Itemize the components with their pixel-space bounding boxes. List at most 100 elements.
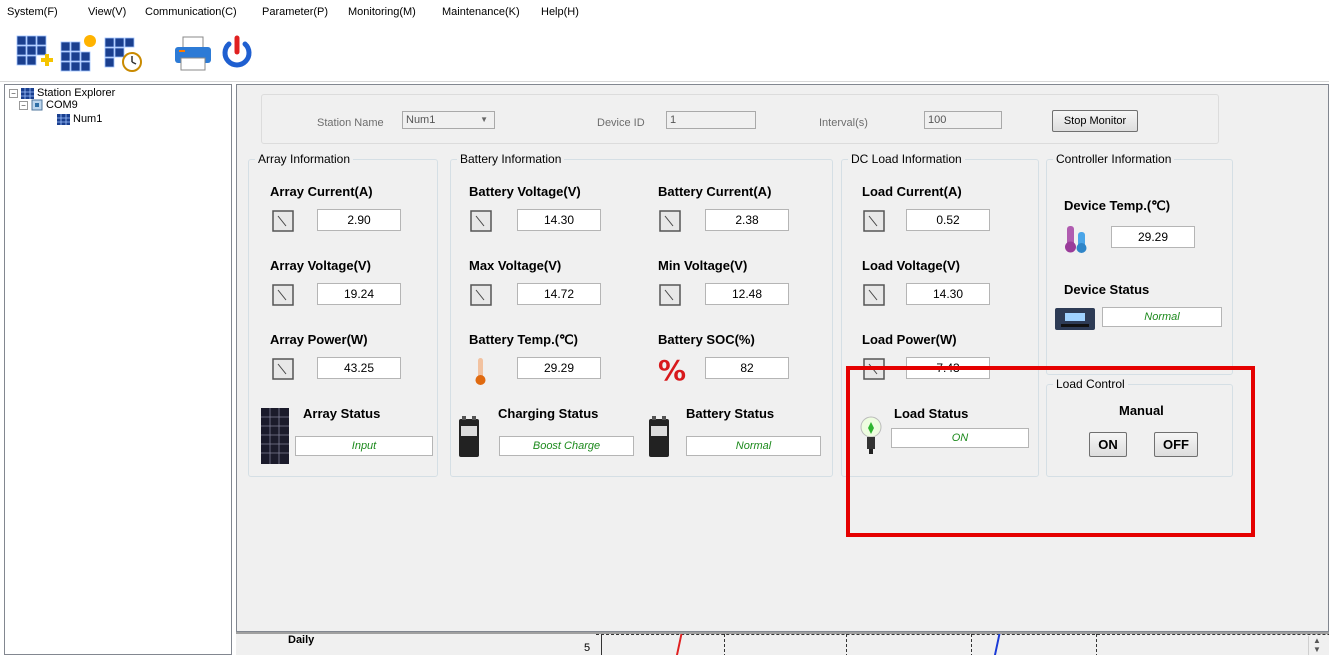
battery-voltage-label: Battery Voltage(V) <box>469 184 581 199</box>
station-icon <box>21 87 34 99</box>
menu-system[interactable]: System(F) <box>7 6 58 18</box>
monitor-panel: Station Name Num1 ▼ Device ID 1 Interval… <box>236 84 1329 632</box>
battery-voltage-value: 14.30 <box>517 209 601 231</box>
chart-gridline <box>1096 634 1097 655</box>
battery-status-value: Normal <box>686 436 821 456</box>
array-power-label: Array Power(W) <box>270 332 368 347</box>
controller-device-icon <box>1055 308 1095 330</box>
max-voltage-value: 14.72 <box>517 283 601 305</box>
highlight-box <box>846 366 1255 537</box>
array-voltage-label: Array Voltage(V) <box>270 258 371 273</box>
battery-soc-value: 82 <box>705 357 789 379</box>
voltmeter-icon <box>470 284 492 306</box>
toolbar <box>0 24 1329 82</box>
thermometer-icon <box>475 358 486 385</box>
station-settings-bar: Station Name Num1 ▼ Device ID 1 Interval… <box>261 94 1219 144</box>
station-explorer-panel: − Station Explorer − COM9 Num1 <box>4 84 232 655</box>
printer-icon[interactable] <box>172 32 214 74</box>
chart-gridline <box>971 634 972 655</box>
voltmeter-icon <box>863 284 885 306</box>
battery-current-value: 2.38 <box>705 209 789 231</box>
menu-parameter[interactable]: Parameter(P) <box>262 6 328 18</box>
ammeter-icon <box>272 210 294 232</box>
voltmeter-icon <box>470 210 492 232</box>
tree-port[interactable]: − COM9 <box>19 99 78 111</box>
solar-panel-icon <box>261 408 289 464</box>
controller-info-group: Controller Information Device Temp.(℃) 2… <box>1046 152 1233 375</box>
device-temp-value: 29.29 <box>1111 226 1195 248</box>
load-voltage-value: 14.30 <box>906 283 990 305</box>
device-status-value: Normal <box>1102 307 1222 327</box>
voltmeter-icon <box>272 284 294 306</box>
chevron-down-icon: ▼ <box>480 115 488 124</box>
daily-chart-strip: Daily 5 ▲ ▼ <box>236 632 1329 655</box>
tree-device-label: Num1 <box>73 113 103 125</box>
chart-gridline <box>724 634 725 655</box>
scrollbar[interactable]: ▲ ▼ <box>1308 636 1325 655</box>
load-current-value: 0.52 <box>906 209 990 231</box>
min-voltage-value: 12.48 <box>705 283 789 305</box>
battery-status-label: Battery Status <box>686 406 775 421</box>
array-info-group: Array Information Array Current(A) 2.90 … <box>248 152 438 477</box>
tree-device[interactable]: Num1 <box>57 113 102 125</box>
battery-info-group: Battery Information Battery Voltage(V) 1… <box>450 152 833 477</box>
battery-current-label: Battery Current(A) <box>658 184 772 199</box>
array-power-value: 43.25 <box>317 357 401 379</box>
tree-port-label: COM9 <box>46 99 78 111</box>
load-power-label: Load Power(W) <box>862 332 957 347</box>
menu-maintenance[interactable]: Maintenance(K) <box>442 6 520 18</box>
device-temp-label: Device Temp.(℃) <box>1064 198 1171 213</box>
device-id-label: Device ID <box>597 117 645 129</box>
array-voltage-value: 19.24 <box>317 283 401 305</box>
battery-temp-label: Battery Temp.(℃) <box>469 332 578 347</box>
charging-status-label: Charging Status <box>498 406 599 421</box>
chart-axis-line <box>601 634 602 655</box>
ammeter-icon <box>863 210 885 232</box>
array-current-value: 2.90 <box>317 209 401 231</box>
svg-text:%: % <box>658 354 686 384</box>
serial-port-icon <box>31 99 43 111</box>
controller-info-title: Controller Information <box>1053 152 1175 166</box>
collapse-icon[interactable]: − <box>9 88 18 98</box>
battery-temp-value: 29.29 <box>517 357 601 379</box>
battery-soc-label: Battery SOC(%) <box>658 332 755 347</box>
chart-gridline <box>846 634 847 655</box>
chart-series-line <box>675 634 683 655</box>
array-status-label: Array Status <box>303 406 381 421</box>
min-voltage-label: Min Voltage(V) <box>658 258 748 273</box>
menu-help[interactable]: Help(H) <box>541 6 579 18</box>
sun-panel-icon[interactable] <box>58 32 100 74</box>
daily-label: Daily <box>288 634 315 646</box>
menu-view[interactable]: View(V) <box>88 6 126 18</box>
station-icon <box>57 113 70 125</box>
schedule-icon[interactable] <box>102 32 144 74</box>
station-name-label: Station Name <box>317 117 384 129</box>
power-icon[interactable] <box>216 32 258 74</box>
menu-monitoring[interactable]: Monitoring(M) <box>348 6 416 18</box>
charging-status-value: Boost Charge <box>499 436 634 456</box>
ammeter-icon <box>659 210 681 232</box>
array-current-label: Array Current(A) <box>270 184 373 199</box>
dc-load-info-title: DC Load Information <box>848 152 965 166</box>
max-voltage-label: Max Voltage(V) <box>469 258 562 273</box>
interval-label: Interval(s) <box>819 117 868 129</box>
menu-bar: System(F) View(V) Communication(C) Param… <box>0 0 1329 24</box>
menu-communication[interactable]: Communication(C) <box>145 6 237 18</box>
thermometer-icon <box>1065 226 1087 253</box>
percent-icon: % <box>658 354 686 384</box>
battery-icon <box>459 416 479 457</box>
station-name-select[interactable]: Num1 ▼ <box>402 111 495 129</box>
collapse-icon[interactable]: − <box>19 100 28 110</box>
tree-root[interactable]: − Station Explorer <box>9 87 115 99</box>
load-voltage-label: Load Voltage(V) <box>862 258 960 273</box>
chart-gridline <box>596 634 1329 635</box>
battery-icon <box>649 416 669 457</box>
device-status-label: Device Status <box>1064 282 1150 297</box>
device-id-field[interactable]: 1 <box>666 111 756 129</box>
stop-monitor-button[interactable]: Stop Monitor <box>1052 110 1138 132</box>
load-current-label: Load Current(A) <box>862 184 962 199</box>
interval-field[interactable]: 100 <box>924 111 1002 129</box>
add-station-icon[interactable] <box>14 32 56 74</box>
voltmeter-icon <box>659 284 681 306</box>
chart-axis-tick: 5 <box>584 642 591 654</box>
